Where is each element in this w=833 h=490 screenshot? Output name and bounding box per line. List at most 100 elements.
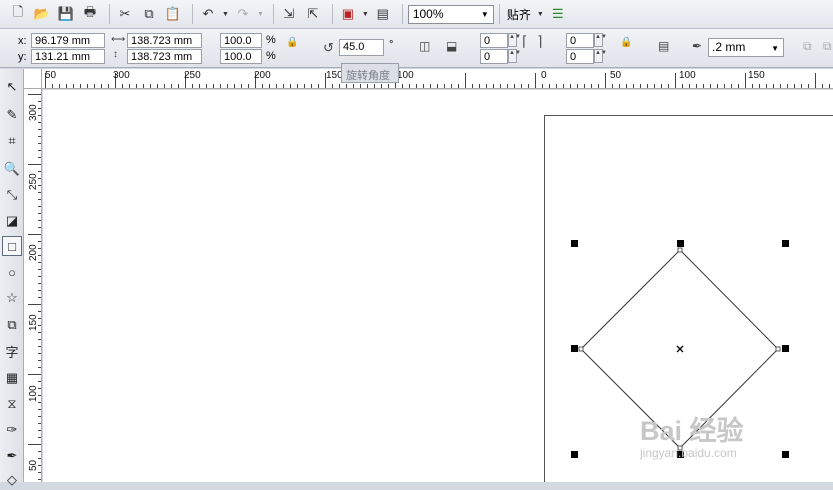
cut-icon[interactable]: ✂ [115, 4, 135, 24]
lock-ratio-icon[interactable]: 🔒 [286, 37, 298, 48]
ruler-ticks [28, 94, 41, 480]
export-icon[interactable]: ⇱ [303, 4, 323, 24]
ruler-label: 200 [254, 70, 271, 81]
property-bar: x: y: 96.179 mm 131.21 mm ⟷ ↕ 138.723 mm… [0, 29, 833, 68]
ruler-label: 100 [28, 385, 39, 402]
ruler-label: 150 [748, 70, 765, 81]
ruler-label: 0 [541, 70, 547, 81]
percent-label: % [266, 34, 276, 46]
selection-handle[interactable] [782, 240, 789, 247]
undo-dropdown-icon[interactable]: ▼ [222, 11, 229, 18]
ruler-label: 250 [184, 70, 201, 81]
corner-radius-top-left-field[interactable]: 0 [480, 33, 508, 48]
to-back-icon[interactable]: ⧉ [823, 39, 832, 54]
interactive-tool-icon[interactable]: ⧖ [2, 394, 22, 414]
app-launcher-icon[interactable]: ▤ [373, 4, 393, 24]
table-tool-icon[interactable]: ▦ [2, 368, 22, 388]
zoom-tool-icon[interactable]: 🔍 [2, 159, 22, 179]
snap-dropdown-icon[interactable]: ▼ [537, 11, 544, 18]
lock-corners-icon[interactable]: 🔒 [620, 37, 632, 48]
separator [331, 4, 333, 24]
corner-bracket-icon: ⌉ [537, 33, 543, 49]
paste-icon[interactable]: 📋 [163, 4, 183, 24]
separator [401, 4, 403, 24]
ruler-label: 300 [113, 70, 130, 81]
copy-icon[interactable]: ⧉ [139, 4, 159, 24]
mirror-horizontal-icon[interactable]: ◫ [419, 39, 430, 53]
chevron-down-icon: ▼ [771, 44, 779, 53]
scale-y-field[interactable]: 100.0 [220, 49, 262, 64]
percent-label: % [266, 50, 276, 62]
ruler-label: 50 [45, 70, 57, 81]
ruler-label: 200 [28, 244, 39, 261]
undo-icon[interactable]: ↶ [198, 4, 218, 24]
spinner-icon[interactable]: ▲▼ [508, 49, 521, 63]
width-field[interactable]: 138.723 mm [127, 33, 202, 48]
ruler-label: 150 [28, 314, 39, 331]
vertical-ruler[interactable]: 300 250 200 150 100 50 [24, 89, 42, 482]
outline-pen-icon: ✒ [692, 39, 703, 53]
separator [109, 4, 110, 24]
save-icon[interactable]: 💾 [56, 4, 76, 24]
selection-handle[interactable] [571, 451, 578, 458]
selection-handle[interactable] [677, 240, 684, 247]
import-icon[interactable]: ⇲ [279, 4, 299, 24]
ruler-origin[interactable] [24, 69, 42, 89]
corner-bracket-icon: ⌈ [522, 33, 528, 49]
y-label: y: [18, 51, 27, 63]
x-position-field[interactable]: 96.179 mm [31, 33, 105, 48]
align-options-icon[interactable]: ☰ [548, 4, 568, 24]
outline-width-select[interactable]: .2 mm ▼ [708, 38, 784, 57]
ellipse-tool-icon[interactable]: ○ [2, 262, 22, 282]
selection-handle[interactable] [782, 451, 789, 458]
smart-fill-icon[interactable]: ◪ [2, 211, 22, 231]
height-field[interactable]: 138.723 mm [127, 49, 202, 64]
zoom-value: 100% [412, 7, 444, 21]
publish-pdf-icon[interactable]: ▣ [338, 4, 358, 24]
corner-radius-bottom-right-field[interactable]: 0 [566, 49, 594, 64]
polygon-tool-icon[interactable]: ☆ [2, 288, 22, 308]
shape-tool-icon[interactable]: ✎ [2, 105, 22, 125]
open-folder-icon[interactable]: 📂 [32, 4, 52, 24]
ruler-ticks [45, 73, 830, 88]
print-icon[interactable]: 🖶 [80, 4, 100, 24]
spinner-icon[interactable]: ▲▼ [594, 49, 607, 63]
ruler-label: 300 [28, 104, 39, 121]
selection-handle[interactable] [571, 345, 578, 352]
rectangle-tool-icon[interactable]: □ [2, 236, 22, 256]
eyedropper-tool-icon[interactable]: ✑ [2, 420, 22, 440]
corner-radius-bottom-left-field[interactable]: 0 [480, 49, 508, 64]
ruler-label: 100 [397, 70, 414, 81]
text-wrap-icon[interactable]: ▤ [658, 39, 669, 53]
horizontal-ruler[interactable]: 50 300 250 200 150 100 0 50 100 150 [42, 69, 833, 89]
scale-x-field[interactable]: 100.0 [220, 33, 262, 48]
spinner-icon[interactable]: ▲▼ [594, 33, 607, 47]
selection-handle[interactable] [571, 240, 578, 247]
freehand-tool-icon[interactable]: ⤡ [2, 185, 22, 205]
redo-icon[interactable]: ↷ [233, 4, 253, 24]
to-front-icon[interactable]: ⧉ [803, 39, 812, 54]
corner-radius-top-right-field[interactable]: 0 [566, 33, 594, 48]
watermark-logo: Bai 经验 [640, 416, 744, 446]
text-tool-icon[interactable]: 字 [2, 341, 22, 361]
outline-tool-icon[interactable]: ✒ [2, 446, 22, 466]
height-icon: ↕ [113, 49, 118, 60]
mirror-vertical-icon[interactable]: ⬓ [446, 39, 457, 53]
zoom-level-select[interactable]: 100% ▼ [407, 4, 494, 24]
fill-tool-icon[interactable]: ◇ [2, 470, 22, 490]
pick-tool-icon[interactable]: ↖ [2, 77, 22, 97]
selection-handle[interactable] [782, 345, 789, 352]
chevron-down-icon: ▼ [480, 9, 489, 19]
redo-dropdown-icon[interactable]: ▼ [257, 11, 264, 18]
ruler-label: 250 [28, 173, 39, 190]
new-file-icon[interactable]: 🗋 [8, 4, 28, 24]
snap-to-button[interactable]: 贴齐 [507, 6, 531, 23]
basic-shapes-icon[interactable]: ⧉ [2, 315, 22, 335]
rotation-angle-field[interactable]: 45.0 [339, 39, 384, 56]
x-label: x: [18, 35, 27, 47]
ruler-label: 50 [610, 70, 622, 81]
publish-dropdown-icon[interactable]: ▼ [362, 11, 369, 18]
spinner-icon[interactable]: ▲▼ [508, 33, 521, 47]
crop-tool-icon[interactable]: ⌗ [2, 131, 22, 151]
y-position-field[interactable]: 131.21 mm [31, 49, 105, 64]
